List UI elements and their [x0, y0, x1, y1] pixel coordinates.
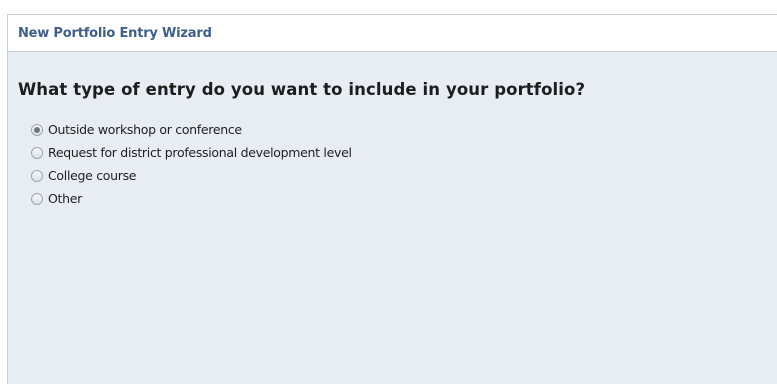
- option-label[interactable]: College course: [48, 168, 137, 183]
- radio-other[interactable]: [31, 192, 43, 205]
- option-outside-workshop[interactable]: Outside workshop or conference: [31, 118, 767, 141]
- wizard-body: What type of entry do you want to includ…: [8, 52, 777, 210]
- radio-district-pd-request[interactable]: [31, 146, 43, 159]
- entry-type-radio-group: Outside workshop or conference Request f…: [18, 118, 767, 210]
- option-college-course[interactable]: College course: [31, 164, 767, 187]
- option-label[interactable]: Request for district professional develo…: [48, 145, 352, 160]
- radio-outside-workshop[interactable]: [31, 123, 43, 136]
- option-label[interactable]: Other: [48, 191, 82, 206]
- option-label[interactable]: Outside workshop or conference: [48, 122, 242, 137]
- option-district-pd-request[interactable]: Request for district professional develo…: [31, 141, 767, 164]
- option-other[interactable]: Other: [31, 187, 767, 210]
- wizard-panel: New Portfolio Entry Wizard What type of …: [7, 14, 777, 384]
- wizard-title: New Portfolio Entry Wizard: [18, 25, 212, 41]
- radio-college-course[interactable]: [31, 169, 43, 182]
- entry-type-question: What type of entry do you want to includ…: [18, 80, 586, 99]
- wizard-header: New Portfolio Entry Wizard: [8, 15, 777, 52]
